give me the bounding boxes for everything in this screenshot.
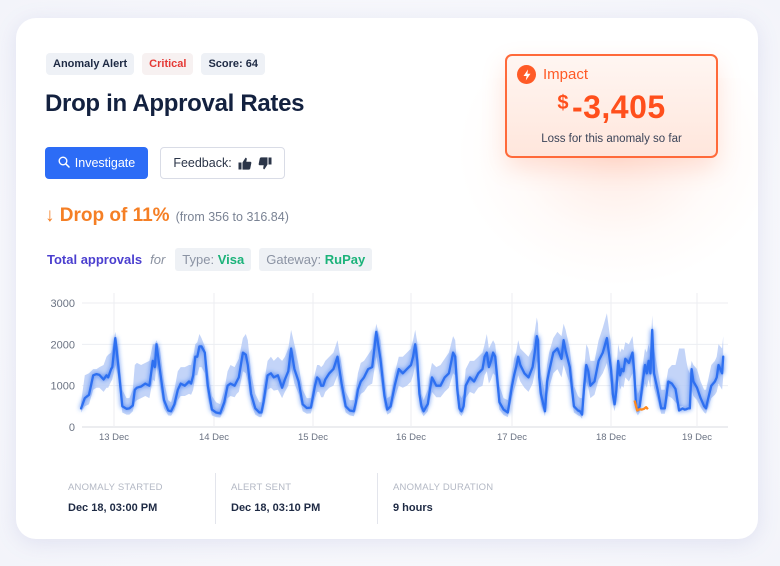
- investigate-button[interactable]: Investigate: [45, 147, 148, 179]
- impact-label: Impact: [543, 66, 589, 83]
- page-title: Drop in Approval Rates: [45, 90, 305, 117]
- impact-caption: Loss for this anomaly so far: [541, 133, 682, 145]
- drop-headline: ↓ Drop of 11%: [45, 205, 170, 227]
- type-filter-label: Type:: [182, 252, 215, 267]
- meta-duration: ANOMALY DURATION 9 hours: [377, 473, 539, 524]
- lightning-icon: [517, 65, 536, 84]
- type-filter-chip[interactable]: Type: Visa: [175, 248, 252, 271]
- severity-badge: Critical: [142, 53, 194, 75]
- meta-label: ANOMALY STARTED: [68, 482, 163, 493]
- drop-percent: Drop of 11%: [59, 205, 170, 226]
- anomaly-card: Anomaly Alert Critical Score: 64 Drop in…: [16, 18, 776, 539]
- impact-amount: $-3,405: [507, 89, 716, 126]
- gateway-filter-label: Gateway:: [266, 252, 322, 267]
- gateway-filter-chip[interactable]: Gateway: RuPay: [259, 248, 373, 271]
- search-icon: [58, 156, 70, 171]
- drop-summary: ↓ Drop of 11% (from 356 to 316.84): [45, 205, 289, 227]
- arrow-down-icon: ↓: [45, 205, 55, 226]
- drop-detail: (from 356 to 316.84): [175, 210, 289, 224]
- impact-header: Impact: [517, 65, 588, 84]
- impact-card: Impact $-3,405 Loss for this anomaly so …: [505, 54, 718, 158]
- metric-name: Total approvals: [47, 252, 143, 267]
- score-badge: Score: 64: [201, 53, 265, 75]
- type-filter-value: Visa: [217, 252, 245, 267]
- meta-value: Dec 18, 03:00 PM: [68, 502, 158, 514]
- currency-symbol: $: [557, 92, 569, 114]
- meta-started: ANOMALY STARTED Dec 18, 03:00 PM: [68, 473, 215, 524]
- meta-label: ANOMALY DURATION: [393, 482, 494, 493]
- feedback-label: Feedback:: [173, 156, 232, 170]
- anomaly-alert-tag: Anomaly Alert: [46, 53, 135, 75]
- impact-value: -3,405: [571, 89, 666, 125]
- anomaly-meta: ANOMALY STARTED Dec 18, 03:00 PM ALERT S…: [68, 473, 539, 524]
- meta-alert-sent: ALERT SENT Dec 18, 03:10 PM: [215, 473, 377, 524]
- for-label: for: [150, 252, 166, 267]
- meta-value: 9 hours: [393, 502, 433, 514]
- gateway-filter-value: RuPay: [324, 252, 366, 267]
- page: Anomaly Alert Critical Score: 64 Drop in…: [0, 0, 780, 566]
- investigate-label: Investigate: [74, 156, 136, 170]
- meta-label: ALERT SENT: [231, 482, 292, 493]
- tag-row: Anomaly Alert Critical Score: 64: [46, 53, 265, 75]
- meta-value: Dec 18, 03:10 PM: [231, 502, 321, 514]
- metric-filters: Total approvals for Type: Visa Gateway: …: [47, 248, 373, 271]
- thumbs-down-icon[interactable]: [258, 156, 272, 170]
- feedback-group: Feedback:: [160, 147, 285, 179]
- thumbs-up-icon[interactable]: [238, 157, 252, 170]
